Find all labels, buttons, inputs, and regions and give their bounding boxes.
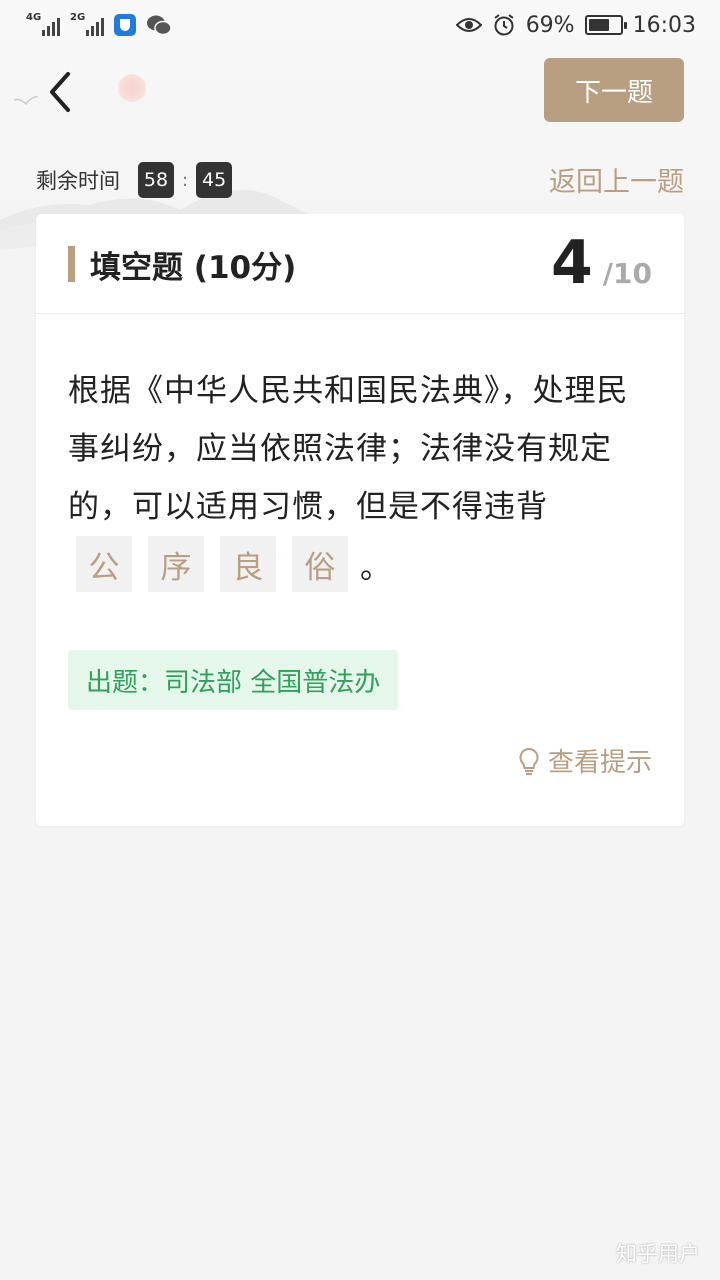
answer-blanks: 公 序 良 俗 。 — [76, 536, 391, 592]
network-type-1: 4G — [26, 12, 42, 23]
status-bar-right: 69% 16:03 — [455, 12, 696, 38]
timer-label: 剩余时间 — [36, 169, 120, 193]
timer: 剩余时间 58 : 45 — [36, 162, 233, 198]
battery-percent: 69% — [525, 12, 575, 38]
timer-separator: : — [182, 169, 189, 191]
question-progress: 4 /10 — [551, 228, 652, 298]
signal-icon: 2G — [70, 12, 104, 36]
question-type: 填空题 (10分) — [90, 250, 297, 286]
answer-blank[interactable]: 俗 — [292, 536, 348, 592]
question-source-badge: 出题：司法部 全国普法办 — [68, 650, 399, 710]
question-card: 填空题 (10分) 4 /10 根据《中华人民共和国民法典》，处理民事纠纷，应当… — [36, 214, 684, 826]
battery-fill — [588, 19, 610, 31]
question-total: /10 — [602, 257, 652, 290]
lightbulb-icon — [519, 747, 539, 775]
back-button[interactable] — [40, 70, 80, 114]
answer-blank[interactable]: 公 — [76, 536, 132, 592]
eye-icon — [455, 18, 482, 32]
status-bar: 4G 2G 69% 16:03 — [0, 0, 720, 50]
answer-blank[interactable]: 良 — [220, 536, 276, 592]
bird-decoration — [14, 96, 38, 106]
clock: 16:03 — [632, 12, 696, 38]
wechat-icon — [147, 15, 172, 36]
type-accent-bar — [68, 246, 75, 282]
signal-icon: 4G — [26, 12, 60, 36]
next-question-button[interactable]: 下一题 — [544, 58, 684, 122]
watermark: 知乎用户 — [616, 1242, 700, 1266]
question-end-punctuation: 。 — [360, 549, 391, 586]
timer-minutes: 58 — [138, 162, 174, 198]
question-text: 根据《中华人民共和国民法典》，处理民事纠纷，应当依照法律；法律没有规定的，可以适… — [68, 373, 629, 525]
view-hint-button[interactable]: 查看提示 — [518, 742, 652, 779]
question-current: 4 — [551, 228, 593, 298]
sun-decoration — [118, 74, 146, 102]
battery-icon — [584, 15, 627, 35]
timer-seconds: 45 — [196, 162, 233, 198]
previous-question-link[interactable]: 返回上一题 — [549, 160, 684, 199]
alarm-icon — [494, 14, 514, 36]
answer-blank[interactable]: 序 — [148, 536, 204, 592]
chevron-left-icon — [50, 72, 70, 112]
hint-label: 查看提示 — [547, 748, 652, 778]
question-card-header: 填空题 (10分) 4 /10 — [36, 214, 684, 314]
security-app-icon — [114, 14, 136, 36]
network-type-2: 2G — [70, 12, 86, 23]
status-bar-left: 4G 2G — [26, 12, 172, 36]
